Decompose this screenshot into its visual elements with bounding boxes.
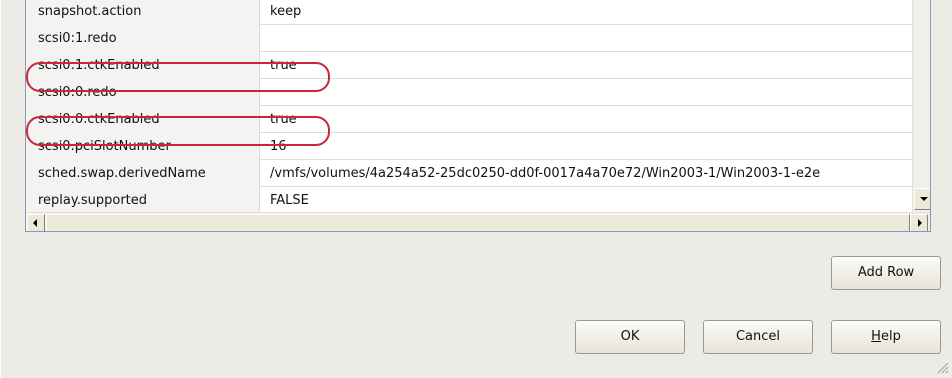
parameter-name-cell[interactable]: scsi0:0.ctkEnabled (26, 106, 260, 133)
help-label-rest: elp (880, 329, 901, 344)
chevron-right-icon (918, 219, 922, 227)
scroll-down-button[interactable] (914, 188, 930, 210)
table-row[interactable]: scsi0:0.ctkEnabled true (26, 106, 912, 133)
parameter-value-cell[interactable]: FALSE (260, 187, 912, 212)
add-row-button[interactable]: Add Row (831, 256, 941, 290)
horizontal-scrollbar[interactable] (26, 212, 930, 231)
parameter-value-cell[interactable]: 16 (260, 133, 912, 160)
cancel-button[interactable]: Cancel (703, 320, 813, 354)
parameter-value-cell[interactable]: true (260, 52, 912, 79)
help-button[interactable]: Help (831, 320, 941, 354)
chevron-down-icon (920, 197, 928, 201)
parameter-value-cell[interactable]: true (260, 106, 912, 133)
table-row[interactable]: snapshot.action keep (26, 0, 912, 25)
parameter-name-cell[interactable]: sched.swap.derivedName (26, 160, 260, 187)
horizontal-scroll-thumb[interactable] (46, 214, 910, 231)
parameter-value-cell[interactable]: keep (260, 0, 912, 25)
parameter-value-cell[interactable] (260, 79, 912, 106)
parameters-grid: snapshot.action keep scsi0:1.redo scsi0:… (25, 0, 931, 232)
parameter-name-cell[interactable]: scsi0:1.redo (26, 25, 260, 52)
help-mnemonic: H (871, 329, 881, 344)
parameter-name-cell[interactable]: scsi0.pciSlotNumber (26, 133, 260, 160)
table-row[interactable]: scsi0.pciSlotNumber 16 (26, 133, 912, 160)
scroll-right-button[interactable] (910, 214, 928, 231)
parameter-value-cell[interactable] (260, 25, 912, 52)
table-row[interactable]: replay.supported FALSE (26, 187, 912, 212)
chevron-left-icon (33, 219, 37, 227)
vertical-scrollbar[interactable] (912, 0, 930, 212)
configuration-parameters-dialog: snapshot.action keep scsi0:1.redo scsi0:… (0, 0, 952, 378)
resize-grip-icon[interactable] (935, 360, 949, 374)
parameter-name-cell[interactable]: scsi0:1.ctkEnabled (26, 52, 260, 79)
table-row[interactable]: scsi0:1.redo (26, 25, 912, 52)
parameter-name-cell[interactable]: scsi0:0.redo (26, 79, 260, 106)
parameter-value-cell[interactable]: /vmfs/volumes/4a254a52-25dc0250-dd0f-001… (260, 160, 912, 187)
table-row[interactable]: scsi0:0.redo (26, 79, 912, 106)
table-row[interactable]: sched.swap.derivedName /vmfs/volumes/4a2… (26, 160, 912, 187)
parameters-grid-rows: snapshot.action keep scsi0:1.redo scsi0:… (26, 0, 912, 212)
parameter-name-cell[interactable]: replay.supported (26, 187, 260, 212)
scroll-left-button[interactable] (27, 214, 45, 231)
table-row[interactable]: scsi0:1.ctkEnabled true (26, 52, 912, 79)
ok-button[interactable]: OK (575, 320, 685, 354)
parameter-name-cell[interactable]: snapshot.action (26, 0, 260, 25)
